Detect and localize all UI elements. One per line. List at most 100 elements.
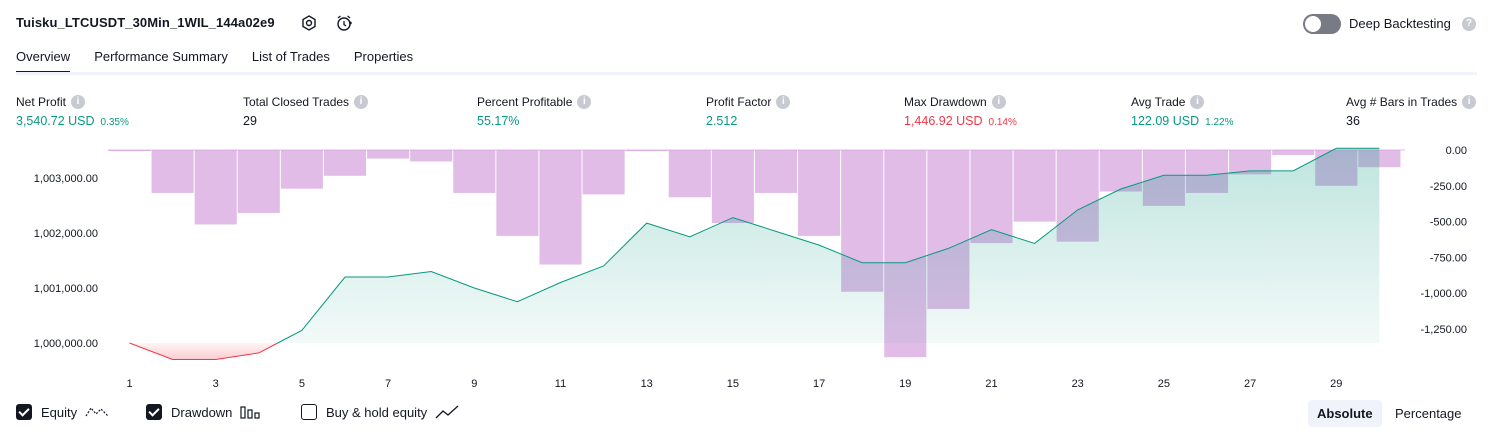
- drawdown-bar[interactable]: [1272, 150, 1315, 156]
- metric-label: Percent Profitable: [477, 95, 573, 109]
- info-icon[interactable]: i: [1462, 95, 1477, 109]
- deep-backtesting-toggle[interactable]: [1303, 14, 1341, 34]
- equity-drawdown-chart[interactable]: 1,000,000.00 1,001,000.00 1,002,000.00 1,00…: [0, 140, 1494, 395]
- buy-hold-toggle[interactable]: Buy & hold equity: [301, 404, 459, 420]
- metric-value: 29: [243, 114, 257, 128]
- info-icon[interactable]: i: [577, 95, 592, 109]
- metric-label: Total Closed Trades: [243, 95, 350, 109]
- toggle-knob: [1305, 16, 1321, 32]
- percentage-mode-button[interactable]: Percentage: [1386, 400, 1471, 427]
- drawdown-bar[interactable]: [970, 150, 1013, 244]
- left-axis-tick: 1,000,000.00: [34, 338, 98, 350]
- right-axis-tick: 0.00: [1446, 145, 1467, 157]
- right-axis-tick: -750.00: [1430, 252, 1467, 264]
- drawdown-bar[interactable]: [582, 150, 625, 195]
- drawdown-bar[interactable]: [668, 150, 711, 198]
- buy-hold-label: Buy & hold equity: [326, 404, 428, 420]
- x-axis-tick: 19: [899, 378, 911, 390]
- metric-net-profit: Net Profit i 3,540.72 USD 0.35%: [16, 95, 129, 128]
- metric-value: 2.512: [706, 114, 738, 128]
- drawdown-bar[interactable]: [280, 150, 323, 189]
- drawdown-bar[interactable]: [108, 150, 151, 151]
- x-axis-tick: 25: [1158, 378, 1170, 390]
- info-icon[interactable]: i: [71, 95, 86, 109]
- metric-total-closed-trades: Total Closed Trades i 29: [243, 95, 369, 128]
- right-axis-tick: -250.00: [1430, 181, 1467, 193]
- info-icon[interactable]: i: [1190, 95, 1205, 109]
- alert-clock-icon[interactable]: [335, 14, 353, 32]
- metric-label: Avg Trade: [1131, 95, 1186, 109]
- buy-hold-checkbox[interactable]: [301, 404, 317, 420]
- drawdown-bar[interactable]: [194, 150, 237, 225]
- help-icon[interactable]: ?: [1462, 17, 1476, 31]
- metric-label: Net Profit: [16, 95, 67, 109]
- drawdown-bar[interactable]: [237, 150, 280, 214]
- metric-value: 36: [1346, 114, 1360, 128]
- buy-hold-line-icon: [435, 405, 459, 419]
- drawdown-bar[interactable]: [754, 150, 798, 193]
- tabs-divider: [16, 72, 1477, 75]
- left-axis-tick: 1,003,000.00: [34, 173, 98, 185]
- x-axis-tick: 23: [1072, 378, 1084, 390]
- metric-label: Avg # Bars in Trades: [1346, 95, 1458, 109]
- metric-value: 55.17%: [477, 114, 520, 128]
- absolute-mode-button[interactable]: Absolute: [1308, 400, 1382, 427]
- x-axis-tick: 5: [299, 378, 305, 390]
- equity-label: Equity: [41, 404, 78, 420]
- right-axis-tick: -1,250.00: [1421, 324, 1467, 336]
- strategy-title: Tuisku_LTCUSDT_30Min_1WIL_144a02e9: [16, 15, 275, 30]
- drawdown-bar[interactable]: [1013, 150, 1056, 222]
- drawdown-checkbox[interactable]: [146, 404, 162, 420]
- drawdown-bar[interactable]: [151, 150, 194, 193]
- tab-properties[interactable]: Properties: [354, 49, 413, 74]
- metric-value: 3,540.72 USD: [16, 114, 95, 128]
- metric-value: 1,446.92 USD: [904, 114, 983, 128]
- x-axis-tick: 1: [126, 378, 132, 390]
- deep-backtesting-label: Deep Backtesting: [1349, 16, 1451, 31]
- drawdown-bar[interactable]: [539, 150, 582, 265]
- metric-label: Max Drawdown: [904, 95, 987, 109]
- x-axis-tick: 9: [471, 378, 477, 390]
- equity-line-icon: [85, 406, 109, 417]
- drawdown-bar[interactable]: [496, 150, 539, 236]
- metric-percent: 0.35%: [100, 117, 129, 128]
- x-axis-tick: 29: [1330, 378, 1342, 390]
- equity-toggle[interactable]: Equity: [16, 404, 109, 420]
- x-axis-tick: 27: [1244, 378, 1256, 390]
- metric-avg-trade: Avg Trade i 122.09 USD 1.22%: [1131, 95, 1233, 128]
- tab-list-of-trades[interactable]: List of Trades: [252, 49, 330, 74]
- metric-percent: 0.14%: [988, 117, 1017, 128]
- tab-performance-summary[interactable]: Performance Summary: [94, 49, 228, 74]
- info-icon[interactable]: i: [354, 95, 369, 109]
- drawdown-bar[interactable]: [323, 150, 367, 176]
- tab-bar: Overview Performance Summary List of Tra…: [16, 49, 437, 74]
- x-axis-tick: 21: [985, 378, 997, 390]
- left-axis-tick: 1,002,000.00: [34, 228, 98, 240]
- drawdown-bars-icon: [240, 406, 261, 419]
- metric-avg-bars-in-trades: Avg # Bars in Trades i 36: [1346, 95, 1477, 128]
- drawdown-bar[interactable]: [367, 150, 410, 159]
- metric-percent: 1.22%: [1205, 117, 1234, 128]
- drawdown-toggle[interactable]: Drawdown: [146, 404, 261, 420]
- metric-profit-factor: Profit Factor i 2.512: [706, 95, 791, 128]
- equity-checkbox[interactable]: [16, 404, 32, 420]
- metric-percent-profitable: Percent Profitable i 55.17%: [477, 95, 592, 128]
- right-axis-tick: -1,000.00: [1421, 288, 1467, 300]
- info-icon[interactable]: i: [776, 95, 791, 109]
- x-axis-tick: 7: [385, 378, 391, 390]
- drawdown-bar[interactable]: [711, 150, 754, 224]
- drawdown-bar[interactable]: [798, 150, 841, 236]
- drawdown-bar[interactable]: [410, 150, 453, 162]
- info-icon[interactable]: i: [991, 95, 1006, 109]
- metric-value: 122.09 USD: [1131, 114, 1200, 128]
- tab-overview[interactable]: Overview: [16, 49, 71, 74]
- drawdown-bar[interactable]: [625, 150, 668, 151]
- right-axis-tick: -500.00: [1430, 217, 1467, 229]
- metric-label: Profit Factor: [706, 95, 772, 109]
- x-axis-tick: 11: [555, 378, 566, 390]
- x-axis-tick: 13: [641, 378, 653, 390]
- settings-icon[interactable]: [300, 14, 318, 32]
- x-axis-tick: 15: [727, 378, 739, 390]
- drawdown-label: Drawdown: [171, 404, 233, 420]
- drawdown-bar[interactable]: [453, 150, 496, 193]
